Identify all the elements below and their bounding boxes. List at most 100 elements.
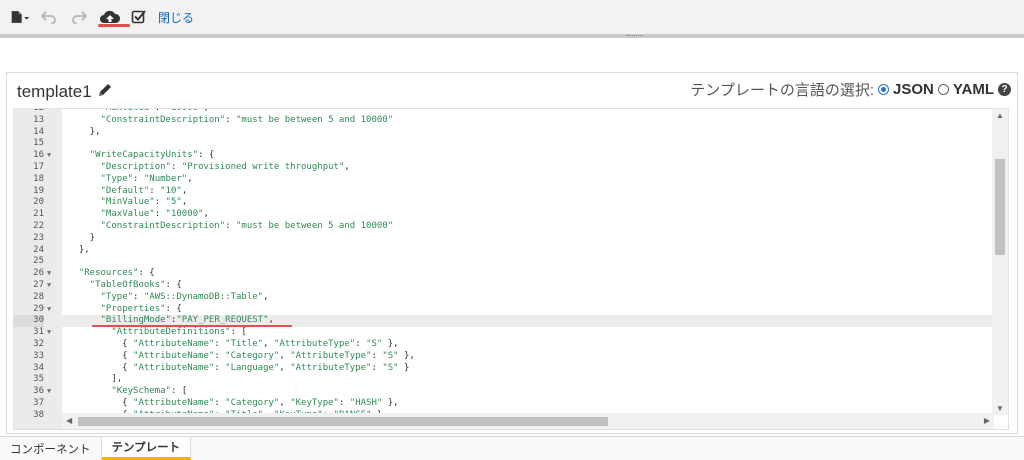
- fold-toggle-icon[interactable]: ▼: [47, 327, 57, 339]
- close-link[interactable]: 閉じる: [158, 9, 194, 26]
- file-menu-button[interactable]: [6, 2, 34, 32]
- line-number: 19: [33, 185, 44, 196]
- code-lines[interactable]: 12 "MaxValue": "10000", 13 "ConstraintDes…: [14, 108, 994, 422]
- line-number: 20: [33, 197, 44, 208]
- upload-button[interactable]: [94, 2, 126, 32]
- line-number: 12: [33, 108, 44, 113]
- code-line[interactable]: 37 { "AttributeName": "Category", "KeyTy…: [14, 398, 994, 410]
- line-number: 21: [33, 209, 44, 220]
- tab-template[interactable]: テンプレート: [101, 437, 192, 460]
- code-line[interactable]: 28 "Type": "AWS::DynamoDB::Table",: [14, 292, 994, 304]
- code-line[interactable]: 12 "MaxValue": "10000",: [14, 108, 994, 115]
- code-text: "Description": "Provisioned write throug…: [100, 161, 350, 172]
- fold-toggle-icon[interactable]: ▼: [47, 386, 57, 398]
- code-line[interactable]: 35 ],: [14, 374, 994, 386]
- line-number: 27: [33, 279, 44, 290]
- code-line[interactable]: 31 ▼ "AttributeDefinitions": [: [14, 327, 994, 339]
- line-number: 26: [33, 268, 44, 279]
- horizontal-scrollbar[interactable]: ◀ ▶: [62, 413, 994, 429]
- code-text: "ConstraintDescription": "must be betwee…: [100, 220, 394, 231]
- horizontal-scroll-thumb[interactable]: [78, 417, 608, 426]
- validate-button[interactable]: [126, 2, 152, 32]
- divider-grip[interactable]: [627, 35, 643, 37]
- code-line[interactable]: 34 { "AttributeName": "Language", "Attri…: [14, 363, 994, 375]
- yaml-radio[interactable]: [937, 84, 949, 95]
- code-line[interactable]: 16 ▼ "WriteCapacityUnits": {: [14, 150, 994, 162]
- code-line[interactable]: 23 }: [14, 233, 994, 245]
- vertical-scrollbar[interactable]: ▲ ▼: [992, 109, 1008, 415]
- scroll-left-arrow-icon[interactable]: ◀: [66, 416, 72, 425]
- redo-icon: [72, 11, 87, 24]
- scroll-down-arrow-icon[interactable]: ▼: [996, 404, 1004, 413]
- code-line[interactable]: 21 "MaxValue": "10000",: [14, 209, 994, 221]
- validate-checkbox-icon: [131, 10, 146, 24]
- fold-toggle-icon[interactable]: ▼: [47, 268, 57, 280]
- code-text: "AttributeDefinitions": [: [111, 327, 247, 338]
- fold-toggle-icon[interactable]: ▼: [47, 280, 57, 292]
- vertical-scroll-thumb[interactable]: [995, 159, 1005, 255]
- code-line[interactable]: 20 "MinValue": "5",: [14, 197, 994, 209]
- code-line[interactable]: 13 "ConstraintDescription": "must be bet…: [14, 115, 994, 127]
- undo-button[interactable]: [34, 2, 64, 32]
- code-line[interactable]: 33 { "AttributeName": "Category", "Attri…: [14, 351, 994, 363]
- line-number: 14: [33, 126, 44, 137]
- code-line[interactable]: 30 "BillingMode":"PAY_PER_REQUEST",: [14, 315, 994, 328]
- tab-components[interactable]: コンポーネント: [0, 437, 102, 460]
- line-number: 38: [33, 409, 44, 420]
- redo-button[interactable]: [64, 2, 94, 32]
- code-line[interactable]: 22 "ConstraintDescription": "must be bet…: [14, 221, 994, 233]
- code-line[interactable]: 19 "Default": "10",: [14, 186, 994, 198]
- scroll-up-arrow-icon[interactable]: ▲: [996, 111, 1004, 120]
- json-option-label[interactable]: JSON: [893, 81, 934, 98]
- code-editor[interactable]: 12 "MaxValue": "10000", 13 "ConstraintDes…: [13, 108, 1009, 430]
- code-line[interactable]: 36 ▼ "KeySchema": [: [14, 386, 994, 398]
- code-text: "MaxValue": "10000",: [100, 108, 209, 113]
- code-line[interactable]: 29 ▼ "Properties": {: [14, 304, 994, 316]
- yaml-option-label[interactable]: YAML: [953, 81, 994, 98]
- pane-divider[interactable]: [0, 34, 1024, 38]
- line-number: 36: [33, 386, 44, 397]
- language-selector: テンプレートの言語の選択: JSON YAML ?: [690, 79, 1011, 100]
- help-icon[interactable]: ?: [998, 83, 1011, 96]
- code-line[interactable]: 26 ▼ "Resources": {: [14, 268, 994, 280]
- toolbar: 閉じる: [0, 0, 1024, 34]
- code-text: "Properties": {: [100, 303, 182, 314]
- line-number: 32: [33, 338, 44, 349]
- code-line[interactable]: 17 "Description": "Provisioned write thr…: [14, 162, 994, 174]
- line-number: 33: [33, 350, 44, 361]
- code-text: "WriteCapacityUnits": {: [89, 150, 215, 161]
- edit-name-button[interactable]: [97, 82, 113, 103]
- scroll-right-arrow-icon[interactable]: ▶: [984, 416, 990, 425]
- line-number: 28: [33, 291, 44, 302]
- line-number: 24: [33, 244, 44, 255]
- fold-toggle-icon[interactable]: ▼: [47, 304, 57, 316]
- code-line[interactable]: 24 },: [14, 245, 994, 257]
- code-text: "Resources": {: [78, 268, 155, 279]
- line-number: 25: [33, 256, 44, 267]
- line-number: 31: [33, 327, 44, 338]
- code-line[interactable]: 15: [14, 138, 994, 150]
- code-text: "KeySchema": [: [111, 386, 188, 397]
- line-number: 37: [33, 397, 44, 408]
- code-line[interactable]: 25: [14, 256, 994, 268]
- upload-annotation-underline: [98, 24, 130, 27]
- panel-header: template1 テンプレートの言語の選択: JSON YAML ?: [7, 73, 1017, 107]
- language-label: テンプレートの言語の選択:: [690, 82, 875, 99]
- fold-toggle-icon[interactable]: ▼: [47, 150, 57, 162]
- code-text: { "AttributeName": "Category", "Attribut…: [68, 350, 415, 361]
- code-line[interactable]: 27 ▼ "TableOfBooks": {: [14, 280, 994, 292]
- code-text: }: [68, 232, 96, 243]
- line-number: 13: [33, 114, 44, 125]
- line-number: 35: [33, 374, 44, 385]
- line-number: 18: [33, 173, 44, 184]
- line-number: 30: [14, 315, 44, 328]
- code-text: },: [68, 126, 101, 137]
- code-line[interactable]: 14 },: [14, 127, 994, 139]
- line-number: 15: [33, 138, 44, 149]
- code-line[interactable]: 32 { "AttributeName": "Title", "Attribut…: [14, 339, 994, 351]
- json-radio[interactable]: [878, 84, 890, 95]
- line-number: 17: [33, 161, 44, 172]
- code-text: "MinValue": "5",: [100, 197, 188, 208]
- code-text: },: [68, 244, 90, 255]
- code-line[interactable]: 18 "Type": "Number",: [14, 174, 994, 186]
